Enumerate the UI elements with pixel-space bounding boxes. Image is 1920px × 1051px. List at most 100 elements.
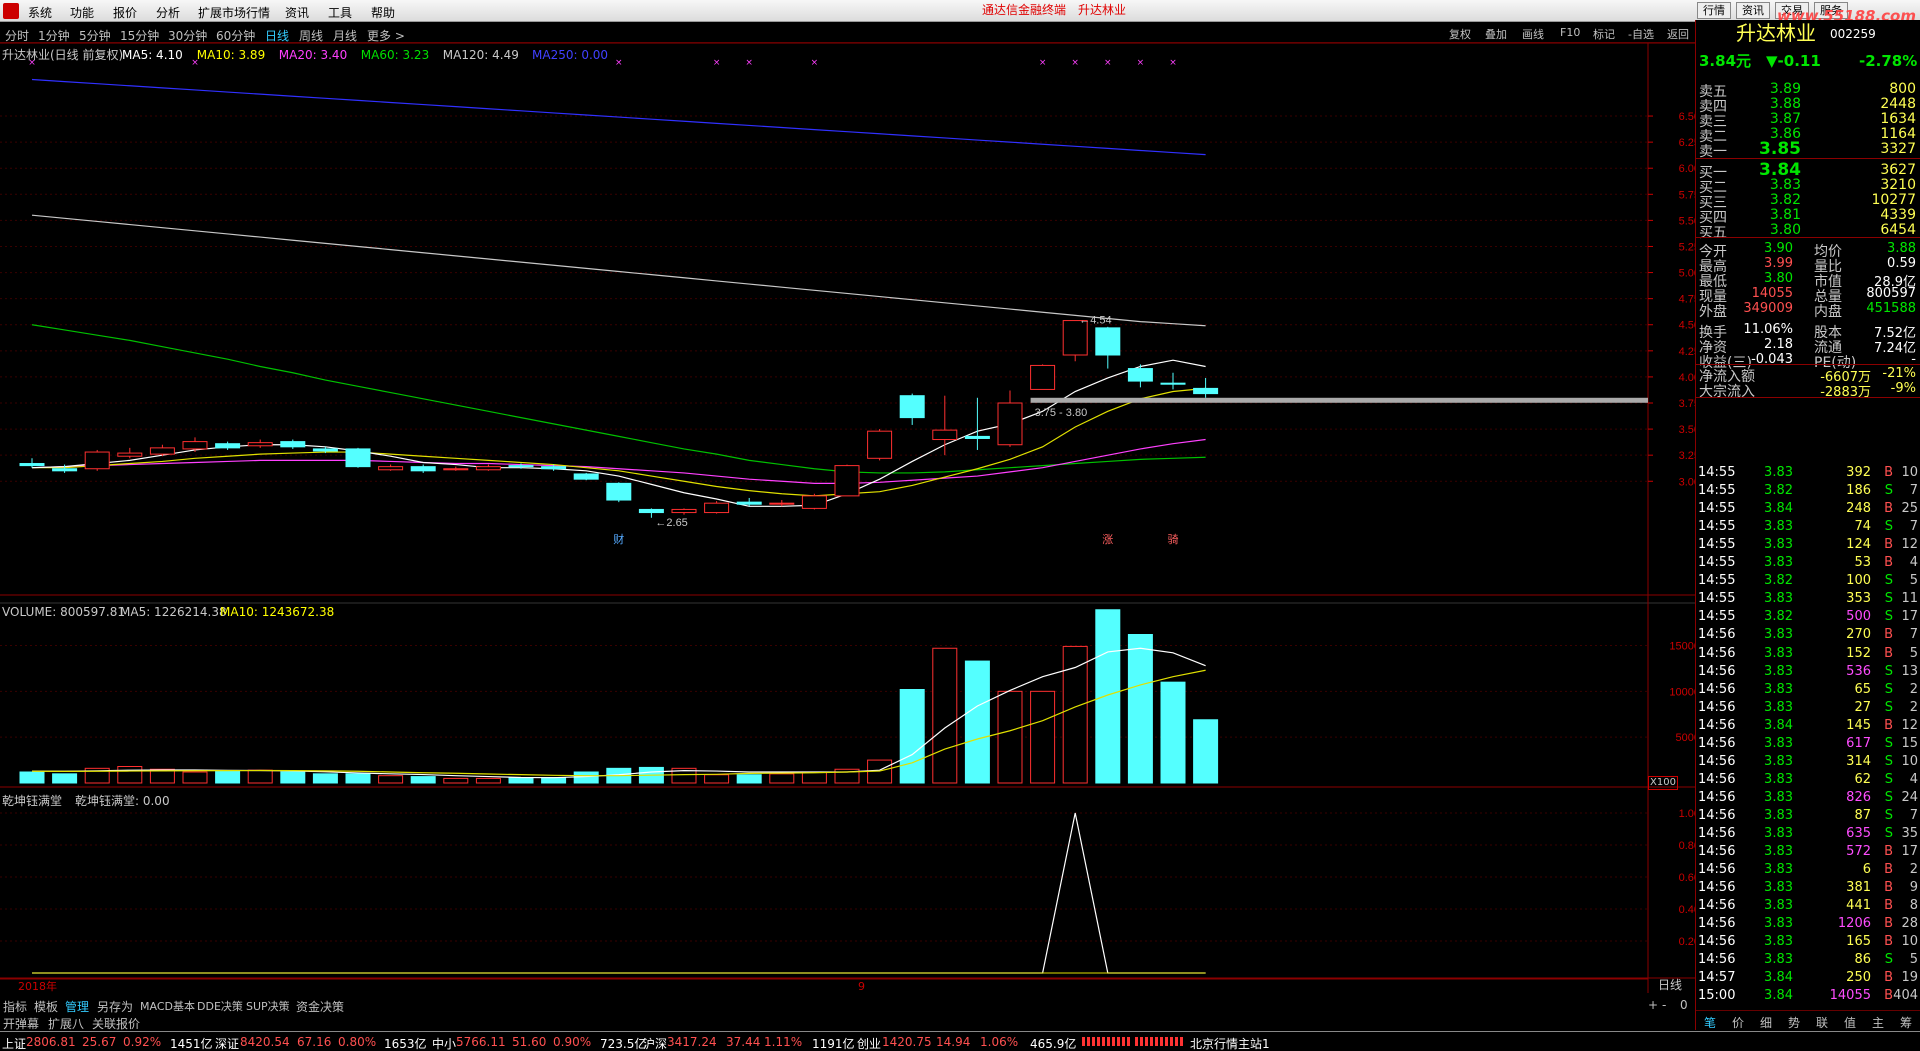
tick-side: B (1884, 934, 1893, 950)
period-tab-60min[interactable]: 60分钟 (216, 27, 255, 44)
related-quote-tab[interactable]: 关联报价 (92, 1015, 140, 1032)
watchlist-remove-button[interactable]: -自选 (1628, 26, 1654, 42)
tick-side: B (1884, 501, 1893, 517)
market-button[interactable]: 行情 (1697, 2, 1731, 19)
right-panel-tab[interactable]: 价 (1732, 1014, 1744, 1031)
volume-tick-label: 5000 (1676, 732, 1695, 744)
volume-legend: VOLUME: 800597.81 (2, 605, 125, 619)
right-panel-tab[interactable]: 细 (1760, 1014, 1772, 1031)
tick-row: 14:55 3.82 186 S 7 (1696, 481, 1920, 499)
back-button[interactable]: 返回 (1667, 26, 1689, 42)
tick-time: 14:56 (1698, 880, 1736, 896)
period-tab-monthly[interactable]: 月线 (333, 27, 357, 44)
period-tab-30min[interactable]: 30分钟 (168, 27, 207, 44)
draw-button[interactable]: 画线 (1522, 26, 1544, 42)
period-tab-5min[interactable]: 5分钟 (79, 27, 111, 44)
volume-bar (899, 689, 925, 784)
tick-row: 14:57 3.84 250 B 19 (1696, 968, 1920, 986)
period-tab-15min[interactable]: 15分钟 (120, 27, 159, 44)
index-sh-change: 25.67 (82, 1035, 117, 1049)
chart-area[interactable]: 6.50 6.25 6.00 5.75 5.50 5.25 5.00 4.75 4.50 4.25… (0, 43, 1695, 995)
index-sz-name[interactable]: 深证 (215, 1035, 239, 1051)
right-panel-tab[interactable]: 筹 (1900, 1014, 1912, 1031)
tick-price: 3.83 (1764, 826, 1793, 841)
tick-volume: 74 (1854, 519, 1871, 535)
tick-row: 14:56 3.83 62 S 4 (1696, 770, 1920, 788)
right-panel-tab[interactable]: 笔 (1704, 1014, 1716, 1031)
tick-time: 14:56 (1698, 753, 1736, 769)
mark-button[interactable]: 标记 (1593, 26, 1615, 42)
tab-sup[interactable]: SUP决策 (246, 998, 290, 1014)
ma250-line (31, 78, 1206, 156)
index-cy-value: 1420.75 (882, 1035, 932, 1049)
index-hs-name[interactable]: 沪深 (643, 1035, 667, 1051)
zoom-out-button[interactable]: - (1662, 998, 1666, 1012)
server-status[interactable]: 北京行情主站1 (1190, 1035, 1270, 1051)
tick-side: S (1884, 609, 1893, 625)
index-sh-name[interactable]: 上证 (2, 1035, 26, 1051)
stat-value: 11.06% (1743, 322, 1793, 337)
menu-item-analysis[interactable]: 分析 (156, 4, 180, 21)
overlay-button[interactable]: 叠加 (1485, 26, 1507, 42)
tick-count: 12 (1901, 537, 1918, 553)
right-panel-tab[interactable]: 值 (1844, 1014, 1856, 1031)
tick-count: 404 (1893, 988, 1918, 1004)
tab-manage[interactable]: 管理 (65, 998, 89, 1015)
adjust-button[interactable]: 复权 (1449, 26, 1471, 42)
stat-value: 3.88 (1887, 241, 1916, 256)
menu-item-system[interactable]: 系统 (28, 4, 52, 21)
menu-item-info[interactable]: 资讯 (285, 4, 309, 21)
zoom-in-button[interactable]: + (1648, 998, 1658, 1012)
tick-count: 4 (1909, 555, 1918, 571)
tick-count: 11 (1901, 591, 1918, 607)
candle-body (704, 502, 730, 514)
volume-bar (932, 647, 958, 784)
high-price-label: ←4.54 (1079, 315, 1111, 327)
menu-item-ext-market[interactable]: 扩展市场行情 (198, 4, 270, 21)
tab-dde[interactable]: DDE决策 (197, 998, 243, 1014)
menu-item-tools[interactable]: 工具 (328, 4, 352, 21)
period-tab-daily[interactable]: 日线 (265, 27, 289, 44)
right-panel-tab[interactable]: 势 (1788, 1014, 1800, 1031)
tab-save-as[interactable]: 另存为 (97, 998, 133, 1015)
tab-macd[interactable]: MACD基本 (140, 998, 195, 1014)
tick-count: 7 (1909, 627, 1918, 643)
tab-indicator[interactable]: 指标 (3, 998, 27, 1015)
tick-volume: 392 (1846, 465, 1871, 480)
menu-item-function[interactable]: 功能 (70, 4, 94, 21)
volume-bar (117, 766, 143, 784)
tick-time: 14:55 (1698, 465, 1736, 480)
ext-eight-tab[interactable]: 扩展八 (48, 1015, 84, 1032)
index-cy-name[interactable]: 创业 (857, 1035, 881, 1051)
indicator-line (32, 812, 1206, 974)
danmu-toggle[interactable]: 开弹幕 (3, 1015, 39, 1032)
right-panel-tab[interactable]: 主 (1872, 1014, 1884, 1031)
f10-button[interactable]: F10 (1560, 26, 1580, 39)
tick-time: 14:56 (1698, 627, 1736, 643)
index-zx-name[interactable]: 中小 (432, 1035, 456, 1051)
tab-fund-decision[interactable]: 资金决策 (296, 998, 344, 1015)
tab-template[interactable]: 模板 (34, 998, 58, 1015)
period-tab-weekly[interactable]: 周线 (299, 27, 323, 44)
volume-bar (769, 773, 795, 784)
menu-item-quote[interactable]: 报价 (113, 4, 137, 21)
tick-time: 14:56 (1698, 663, 1736, 679)
menu-item-help[interactable]: 帮助 (371, 4, 395, 21)
tick-side: B (1884, 645, 1893, 661)
tick-side: S (1884, 519, 1893, 535)
zoom-reset-button[interactable]: 0 (1680, 998, 1688, 1012)
info-button[interactable]: 资讯 (1736, 2, 1770, 19)
period-tab-1min[interactable]: 1分钟 (38, 27, 70, 44)
candle-body (215, 443, 241, 449)
tick-time: 14:56 (1698, 717, 1736, 733)
tick-row: 15:00 3.84 14055 B 404 (1696, 986, 1920, 1004)
ma-legend-item: MA250: 0.00 (532, 48, 609, 62)
period-tab-more[interactable]: 更多 > (367, 27, 405, 44)
right-panel-tab[interactable]: 联 (1816, 1014, 1828, 1031)
tick-side: S (1884, 826, 1893, 841)
period-tab-fenshi[interactable]: 分时 (5, 27, 29, 44)
price-change-pct: -2.78% (1859, 52, 1918, 70)
tick-side: S (1884, 663, 1893, 679)
chart-canvas[interactable]: 6.50 6.25 6.00 5.75 5.50 5.25 5.00 4.75 4.50 4.25… (0, 43, 1695, 995)
price-tick-label: 3.50 (1679, 424, 1695, 436)
